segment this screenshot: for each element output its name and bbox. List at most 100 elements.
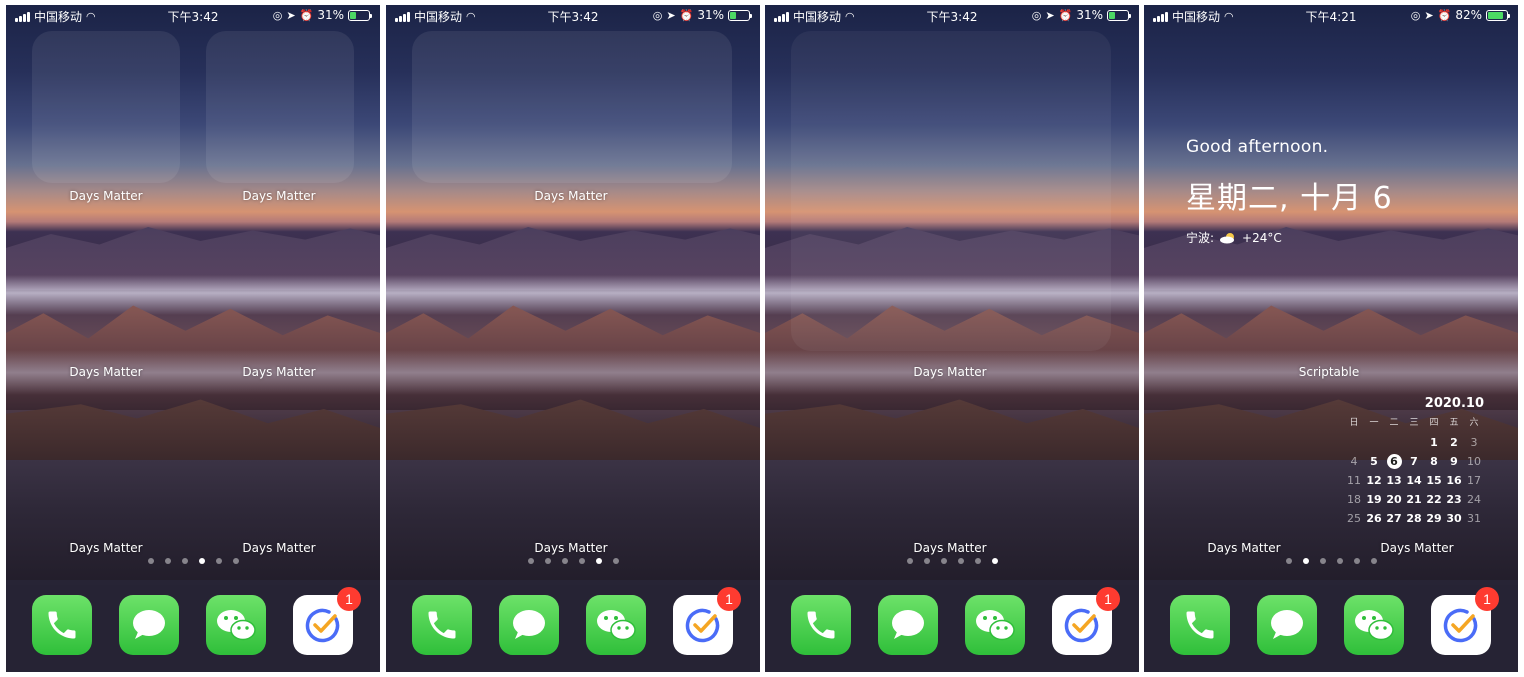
page-dot[interactable] (578, 558, 585, 564)
page-indicator[interactable] (765, 558, 1139, 564)
page-dot[interactable] (612, 558, 619, 564)
page-dot[interactable] (1285, 558, 1292, 564)
calendar-day: 5 (1370, 455, 1378, 468)
page-dot[interactable] (923, 558, 930, 564)
days-matter-widget[interactable]: Days Matter (875, 541, 1025, 555)
page-dot[interactable] (527, 558, 534, 564)
page-dot[interactable] (940, 558, 947, 564)
calendar-day: 8 (1430, 455, 1438, 468)
page-indicator[interactable] (6, 558, 380, 564)
scriptable-widget[interactable]: Scriptable (1254, 365, 1404, 379)
calendar-day: 17 (1467, 474, 1481, 487)
weather-city: 宁波: (1186, 231, 1215, 245)
page-dot[interactable] (215, 558, 222, 564)
wechat-app-icon[interactable] (206, 595, 266, 655)
calendar-weekday: 三 (1409, 418, 1419, 428)
location-icon: ➤ (286, 8, 296, 22)
wechat-app-icon[interactable] (965, 595, 1025, 655)
page-dot[interactable] (1302, 558, 1309, 564)
days-matter-widget[interactable]: Days Matter (31, 189, 181, 203)
page-dot[interactable] (147, 558, 154, 564)
calendar-day: 12 (1366, 474, 1382, 487)
days-matter-widget[interactable]: Days Matter (204, 541, 354, 555)
messages-app-icon[interactable] (499, 595, 559, 655)
page-indicator[interactable] (1144, 558, 1518, 564)
days-matter-widget[interactable]: Days Matter (1169, 541, 1319, 555)
page-dot[interactable] (181, 558, 188, 564)
tasks-app-icon[interactable]: 1 (673, 587, 741, 655)
calendar-day: 15 (1426, 474, 1442, 487)
status-bar: 中国移动 ◠ 下午3:42 ◎ ➤ ⏰ 31% (6, 5, 380, 27)
tasks-app-icon[interactable]: 1 (1052, 587, 1120, 655)
orientation-lock-icon: ◎ (1410, 8, 1421, 22)
wechat-app-icon[interactable] (1344, 595, 1404, 655)
page-dot[interactable] (974, 558, 981, 564)
page-dot[interactable] (991, 558, 998, 564)
days-matter-widget[interactable]: Days Matter (496, 189, 646, 203)
calendar-day: 26 (1366, 512, 1382, 525)
tasks-app-icon[interactable]: 1 (293, 587, 361, 655)
calendar-weekday: 一 (1369, 418, 1379, 428)
calendar-day: 3 (1470, 436, 1478, 449)
page-dot[interactable] (1370, 558, 1377, 564)
phone-app-icon[interactable] (32, 595, 92, 655)
days-matter-widget[interactable]: Days Matter (31, 365, 181, 379)
messages-app-icon[interactable] (1257, 595, 1317, 655)
calendar-day: 19 (1366, 493, 1382, 506)
page-dot[interactable] (198, 558, 205, 564)
dock: 1 (765, 580, 1139, 672)
messages-app-icon[interactable] (878, 595, 938, 655)
days-matter-widget[interactable]: Days Matter (31, 541, 181, 555)
home-screen-1: 中国移动 ◠ 下午3:42 ◎ ➤ ⏰ 31% Days Matter Days… (6, 5, 380, 672)
days-matter-widget[interactable]: Days Matter (875, 365, 1025, 379)
page-dot[interactable] (906, 558, 913, 564)
page-dot[interactable] (1336, 558, 1343, 564)
page-dot[interactable] (561, 558, 568, 564)
notification-badge: 1 (337, 587, 361, 611)
messages-app-icon[interactable] (119, 595, 179, 655)
dock: 1 (1144, 580, 1518, 672)
alarm-icon: ⏰ (1437, 8, 1452, 22)
calendar-day: 4 (1350, 455, 1358, 468)
phone-app-icon[interactable] (1170, 595, 1230, 655)
alarm-icon: ⏰ (1058, 8, 1073, 22)
calendar-day: 30 (1446, 512, 1462, 525)
calendar-day: 25 (1347, 512, 1361, 525)
page-dot[interactable] (544, 558, 551, 564)
days-matter-widget[interactable]: Days Matter (496, 541, 646, 555)
page-dot[interactable] (164, 558, 171, 564)
calendar-weekday: 六 (1469, 418, 1479, 428)
calendar-day: 13 (1386, 474, 1402, 487)
greeting-text: Good afternoon. (1186, 137, 1329, 157)
days-matter-widget[interactable]: Days Matter (204, 189, 354, 203)
calendar-widget[interactable]: 2020.10 日一二三四五六2728293012345678910111213… (1344, 396, 1484, 526)
calendar-day: 24 (1467, 493, 1481, 506)
page-dot[interactable] (1353, 558, 1360, 564)
status-bar: 中国移动 ◠ 下午3:42 ◎ ➤ ⏰ 31% (386, 5, 760, 27)
weather-row: 宁波: +24°C (1186, 229, 1282, 246)
orientation-lock-icon: ◎ (272, 8, 283, 22)
orientation-lock-icon: ◎ (1031, 8, 1042, 22)
days-matter-widget[interactable]: Days Matter (204, 365, 354, 379)
notification-badge: 1 (1475, 587, 1499, 611)
calendar-weekday: 二 (1389, 418, 1399, 428)
page-indicator[interactable] (386, 558, 760, 564)
calendar-day: 18 (1347, 493, 1361, 506)
calendar-day: 7 (1410, 455, 1418, 468)
page-dot[interactable] (1319, 558, 1326, 564)
battery-icon (728, 9, 752, 21)
calendar-day: 27 (1386, 512, 1402, 525)
orientation-lock-icon: ◎ (652, 8, 663, 22)
battery-percent: 82% (1455, 8, 1482, 22)
phone-app-icon[interactable] (791, 595, 851, 655)
wechat-app-icon[interactable] (586, 595, 646, 655)
page-dot[interactable] (957, 558, 964, 564)
calendar-day: 14 (1406, 474, 1422, 487)
battery-percent: 31% (697, 8, 724, 22)
calendar-day: 23 (1446, 493, 1462, 506)
page-dot[interactable] (232, 558, 239, 564)
tasks-app-icon[interactable]: 1 (1431, 587, 1499, 655)
page-dot[interactable] (595, 558, 602, 564)
phone-app-icon[interactable] (412, 595, 472, 655)
days-matter-widget[interactable]: Days Matter (1342, 541, 1492, 555)
